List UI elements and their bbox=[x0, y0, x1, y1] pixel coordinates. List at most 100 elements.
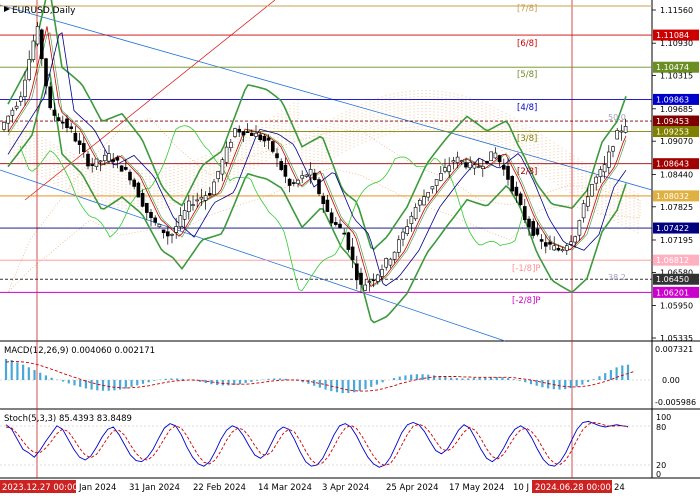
candle-body bbox=[262, 135, 267, 142]
candle-body bbox=[94, 158, 99, 167]
stochastic-panel[interactable]: Stoch(5,3,3) 85.4393 83.8489 100 80 20 0 bbox=[0, 413, 671, 479]
level-label-7-8: [7/8] bbox=[517, 4, 537, 14]
candle-body bbox=[208, 193, 212, 196]
candle-body bbox=[191, 204, 195, 206]
level-label-6-8: [6/8] bbox=[517, 39, 537, 49]
candle-body bbox=[250, 132, 254, 136]
candle-body bbox=[480, 165, 485, 169]
candle-body bbox=[241, 131, 246, 136]
price-axis-label: 1.08440 bbox=[660, 170, 693, 179]
candle-body bbox=[611, 146, 615, 152]
candle-body bbox=[136, 182, 141, 198]
candle-body bbox=[501, 165, 506, 170]
candle-body bbox=[401, 231, 405, 240]
macd-scale-zero: 0.00 bbox=[662, 376, 680, 385]
candle-body bbox=[111, 159, 115, 162]
candle-body bbox=[468, 161, 473, 169]
candle-body bbox=[367, 281, 372, 283]
candle-body bbox=[569, 241, 573, 245]
candle-body bbox=[472, 164, 477, 169]
candle-body bbox=[170, 233, 174, 236]
level-price-value: 1.10474 bbox=[656, 63, 689, 72]
macd-scale-top: 0.007321 bbox=[655, 345, 693, 354]
candle-body bbox=[279, 161, 284, 170]
candle-body bbox=[77, 140, 82, 145]
candle-body bbox=[422, 196, 426, 206]
candle-body bbox=[73, 132, 78, 142]
candle-body bbox=[594, 176, 599, 184]
level-price-value: 1.06812 bbox=[656, 256, 689, 265]
candle-body bbox=[497, 155, 502, 163]
candle-body bbox=[342, 232, 347, 235]
macd-histogram bbox=[4, 358, 630, 394]
candle-body bbox=[409, 215, 414, 224]
candle-body bbox=[434, 179, 439, 186]
candle-body bbox=[258, 134, 263, 141]
time-label: 17 May 2024 bbox=[449, 483, 504, 493]
time-label-start: 2023.12.27 00:00 bbox=[2, 483, 78, 493]
stoch-scale-20: 20 bbox=[656, 461, 666, 470]
candle-body bbox=[455, 156, 460, 163]
macd-label: MACD(12,26,9) 0.004060 0.002171 bbox=[4, 346, 155, 356]
candle-body bbox=[195, 199, 199, 202]
candle-body bbox=[18, 96, 23, 102]
level-label-5-8: [5/8] bbox=[517, 70, 537, 80]
candle-body bbox=[6, 115, 10, 124]
candle-body bbox=[270, 141, 275, 152]
candle-body bbox=[321, 195, 326, 205]
candle-body bbox=[254, 132, 258, 137]
candle-body bbox=[153, 217, 157, 223]
candle-body bbox=[140, 192, 145, 207]
candle-body bbox=[317, 179, 321, 195]
candle-body bbox=[124, 167, 128, 170]
trading-chart[interactable]: EURUSD,Daily 50.0 38.2 [7/8] [6/8] [5/8]… bbox=[0, 0, 700, 500]
level-label-minus-1-8: [-1/8]P bbox=[512, 264, 541, 274]
time-label: 10 J bbox=[513, 483, 529, 493]
candle-body bbox=[237, 128, 241, 133]
main-price-panel[interactable] bbox=[0, 0, 652, 341]
candle-body bbox=[287, 178, 292, 186]
price-axis-label: 1.05950 bbox=[660, 302, 693, 311]
candle-body bbox=[166, 231, 170, 237]
candle-body bbox=[564, 245, 569, 251]
candle-body bbox=[52, 109, 57, 116]
candle-body bbox=[275, 153, 279, 159]
price-axis-label: 1.09070 bbox=[660, 137, 693, 146]
candle-body bbox=[384, 258, 389, 268]
candle-body bbox=[333, 222, 338, 225]
candle-body bbox=[619, 130, 624, 133]
candle-body bbox=[103, 154, 107, 162]
candle-body bbox=[380, 269, 384, 277]
candle-body bbox=[371, 279, 376, 282]
candle-body bbox=[518, 193, 523, 206]
time-label: 25 Apr 2024 bbox=[386, 483, 439, 493]
candle-body bbox=[560, 249, 565, 252]
price-axis-label: 1.07825 bbox=[660, 203, 693, 212]
candle-body bbox=[396, 239, 401, 253]
candle-body bbox=[174, 226, 178, 233]
level-price-value: 1.08643 bbox=[656, 160, 689, 169]
candle-body bbox=[430, 186, 435, 190]
level-price-value: 1.06201 bbox=[656, 288, 689, 297]
price-axis-label: 1.11560 bbox=[660, 6, 693, 15]
macd-panel[interactable]: MACD(12,26,9) 0.004060 0.002171 0.007321… bbox=[0, 345, 696, 407]
candle-body bbox=[245, 131, 250, 133]
candle-body bbox=[506, 165, 510, 180]
candle-body bbox=[426, 192, 431, 198]
level-price-value: 1.06450 bbox=[656, 275, 689, 284]
candle-body bbox=[14, 105, 19, 109]
candle-body bbox=[413, 207, 418, 220]
candle-body bbox=[510, 175, 515, 192]
candle-body bbox=[514, 186, 519, 196]
time-axis[interactable]: 2023.12.27 00:00 Jan 2024 31 Jan 2024 22… bbox=[0, 480, 625, 493]
candle-body bbox=[178, 215, 183, 228]
candle-body bbox=[392, 251, 397, 260]
candle-body bbox=[325, 199, 330, 212]
candle-body bbox=[182, 210, 187, 220]
candle-body bbox=[82, 143, 86, 152]
candle-body bbox=[451, 160, 456, 163]
candle-body bbox=[359, 272, 363, 285]
candle-body bbox=[233, 128, 237, 137]
candle-body bbox=[464, 162, 468, 168]
candle-body bbox=[527, 218, 531, 228]
